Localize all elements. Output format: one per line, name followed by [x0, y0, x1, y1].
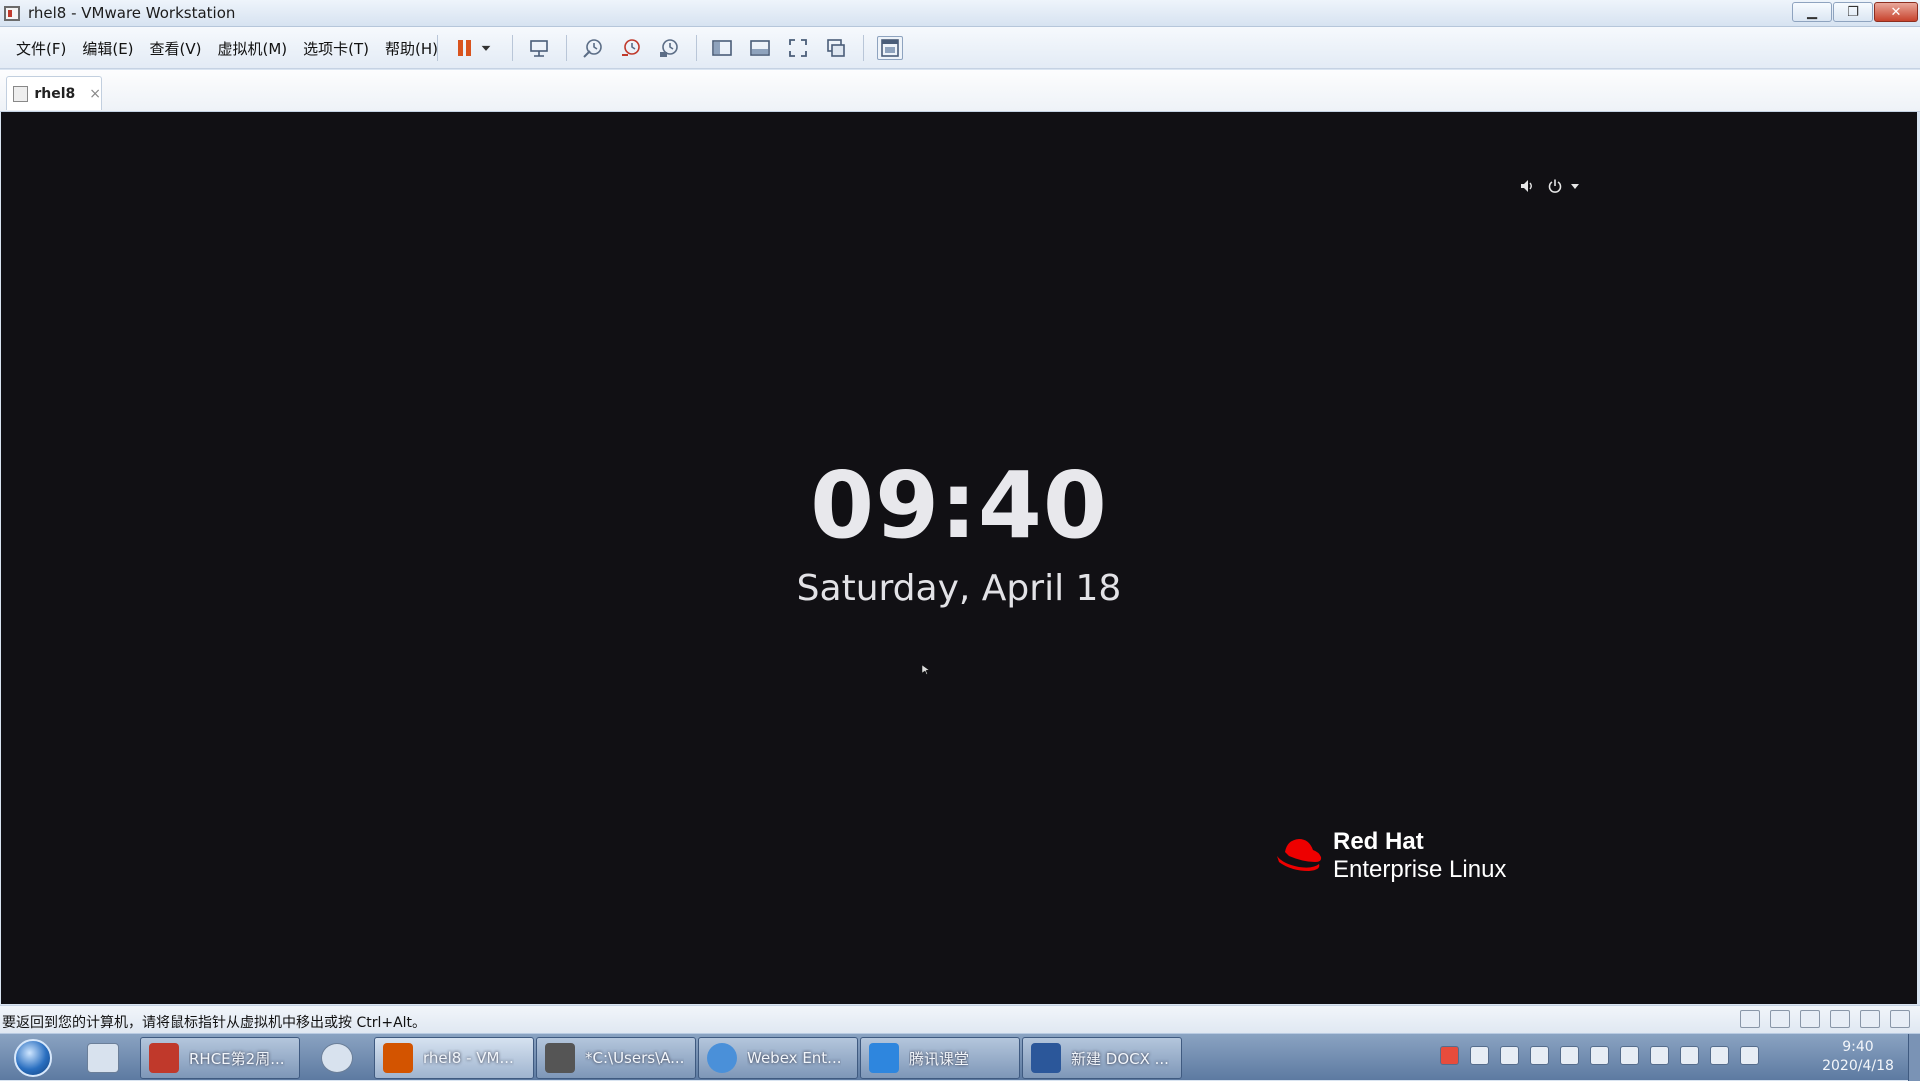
menu-help[interactable]: 帮助(H)	[377, 38, 446, 59]
lock-screen-time: 09:40	[810, 452, 1108, 559]
unity-mode-icon[interactable]	[823, 36, 849, 60]
flag-icon[interactable]	[1680, 1046, 1699, 1065]
status-hint-bar: 要返回到您的计算机，请将鼠标指针从虚拟机中移出或按 Ctrl+Alt。	[0, 1005, 1920, 1033]
taskbar-item[interactable]: rhel8 - VM...	[374, 1037, 534, 1079]
device-status-icons	[1740, 1010, 1910, 1028]
menu-bar: 文件(F) 编辑(E) 查看(V) 虚拟机(M) 选项卡(T) 帮助(H)	[8, 38, 446, 59]
editor-icon	[545, 1043, 575, 1073]
vmware-icon	[383, 1043, 413, 1073]
brand-name: Red Hat	[1333, 828, 1424, 855]
console-view-icon[interactable]	[877, 36, 903, 60]
word-icon	[1031, 1043, 1061, 1073]
taskbar-item-label: 新建 DOCX ...	[1071, 1049, 1169, 1068]
tray-app-icon[interactable]	[1470, 1046, 1489, 1065]
sogou-ime-icon[interactable]	[1440, 1046, 1459, 1065]
message-log-icon[interactable]	[1890, 1010, 1910, 1028]
window-titlebar: rhel8 - VMware Workstation ▁ ❐ ✕	[0, 0, 1920, 27]
send-ctrl-alt-del-icon[interactable]	[526, 36, 552, 60]
network-icon[interactable]	[1590, 1046, 1609, 1065]
tencent-class-icon	[869, 1043, 899, 1073]
quick-launch-search[interactable]	[76, 1037, 130, 1079]
menu-view[interactable]: 查看(V)	[142, 38, 210, 59]
chat-icon[interactable]	[1560, 1046, 1579, 1065]
vm-tab-strip: rhel8 ×	[0, 70, 1920, 112]
taskbar-item-label: RHCE第2周...	[189, 1049, 285, 1068]
windows-orb-icon	[14, 1039, 52, 1077]
vmware-app-icon	[4, 6, 20, 21]
snapshot-manager-icon[interactable]	[656, 36, 682, 60]
toolbar-separator	[512, 35, 513, 61]
full-screen-icon[interactable]	[785, 36, 811, 60]
thumbnail-bar-icon[interactable]	[747, 36, 773, 60]
taskbar-item-label: 腾讯课堂	[909, 1049, 970, 1068]
window-controls: ▁ ❐ ✕	[1792, 2, 1918, 22]
taskbar-item[interactable]: Webex Ent...	[698, 1037, 858, 1079]
start-button[interactable]	[6, 1037, 60, 1079]
taskbar-item-label: rhel8 - VM...	[423, 1049, 514, 1067]
taskbar-item-label: Webex Ent...	[747, 1049, 842, 1067]
guest-status-menu[interactable]	[1519, 178, 1581, 194]
minimize-button[interactable]: ▁	[1792, 2, 1832, 22]
release-input-hint: 要返回到您的计算机，请将鼠标指针从虚拟机中移出或按 Ctrl+Alt。	[2, 1015, 427, 1031]
search-icon	[87, 1043, 119, 1073]
menu-toolbar: 文件(F) 编辑(E) 查看(V) 虚拟机(M) 选项卡(T) 帮助(H)	[0, 27, 1920, 69]
vm-display[interactable]: 09:40 Saturday, April 18 Red Hat Enterpr…	[1, 112, 1917, 1004]
menu-edit[interactable]: 编辑(E)	[74, 38, 141, 59]
display-icon[interactable]	[1650, 1046, 1669, 1065]
menu-vm[interactable]: 虚拟机(M)	[210, 38, 296, 59]
show-desktop-button[interactable]	[1908, 1034, 1920, 1081]
lock-screen-date: Saturday, April 18	[796, 568, 1122, 609]
pause-dropdown-icon[interactable]	[478, 36, 494, 60]
security-icon[interactable]	[1530, 1046, 1549, 1065]
snapshot-icon[interactable]	[580, 36, 606, 60]
sogou-icon	[321, 1043, 353, 1073]
input-method-icon[interactable]	[1740, 1046, 1759, 1065]
taskbar-time: 9:40	[1842, 1039, 1874, 1055]
tab-label: rhel8	[34, 85, 76, 102]
hard-disk-icon[interactable]	[1740, 1010, 1760, 1028]
redhat-hat-icon	[1277, 839, 1322, 871]
sound-card-icon[interactable]	[1860, 1010, 1880, 1028]
power-icon	[1548, 179, 1562, 193]
restore-button[interactable]: ❐	[1833, 2, 1873, 22]
volume-icon	[1521, 180, 1532, 192]
network-adapter-icon[interactable]	[1800, 1010, 1820, 1028]
taskbar-item[interactable]: RHCE第2周...	[140, 1037, 300, 1079]
menu-tabs[interactable]: 选项卡(T)	[295, 38, 377, 59]
shield-icon[interactable]	[1500, 1046, 1519, 1065]
webex-icon	[707, 1043, 737, 1073]
taskbar-item[interactable]: *C:\Users\A...	[536, 1037, 696, 1079]
cd-drive-icon[interactable]	[1770, 1010, 1790, 1028]
chevron-down-icon	[1571, 184, 1579, 189]
usb-device-icon[interactable]	[1830, 1010, 1850, 1028]
close-button[interactable]: ✕	[1874, 2, 1918, 22]
taskbar-item[interactable]: 腾讯课堂	[860, 1037, 1020, 1079]
toolbar-separator	[437, 35, 438, 61]
toolbar-separator	[696, 35, 697, 61]
window-title: rhel8 - VMware Workstation	[28, 4, 236, 22]
mouse-pointer-icon	[921, 664, 930, 675]
toolbar-separator	[863, 35, 864, 61]
speaker-icon[interactable]	[1710, 1046, 1729, 1065]
windows-taskbar: RHCE第2周... rhel8 - VM... *C:\Users\A... …	[0, 1033, 1920, 1081]
quick-launch-sogou[interactable]	[310, 1037, 364, 1079]
system-tray	[1440, 1046, 1759, 1065]
show-library-icon[interactable]	[709, 36, 735, 60]
redhat-logo: Red Hat Enterprise Linux	[1275, 828, 1506, 884]
tab-close-button[interactable]: ×	[89, 86, 101, 102]
sync-icon[interactable]	[1620, 1046, 1639, 1065]
taskbar-item-label: *C:\Users\A...	[585, 1049, 685, 1067]
taskbar-date: 2020/4/18	[1822, 1058, 1894, 1074]
brand-product: Enterprise Linux	[1333, 856, 1507, 883]
toolbar-separator	[566, 35, 567, 61]
pause-icon[interactable]	[452, 36, 478, 60]
taskbar-item[interactable]: 新建 DOCX ...	[1022, 1037, 1182, 1079]
vm-icon	[13, 85, 29, 102]
document-icon	[149, 1043, 179, 1073]
taskbar-clock[interactable]: 9:40 2020/4/18	[1806, 1038, 1910, 1076]
tab-rhel8[interactable]: rhel8 ×	[6, 76, 102, 110]
revert-snapshot-icon[interactable]	[618, 36, 644, 60]
menu-file[interactable]: 文件(F)	[8, 38, 74, 59]
